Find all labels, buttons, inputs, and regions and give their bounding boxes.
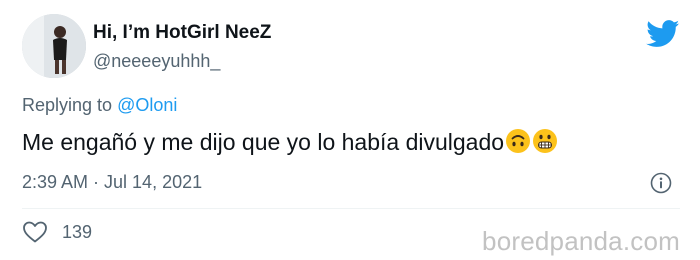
avatar-image — [22, 14, 86, 78]
user-handle[interactable]: @neeeeyuhhh_ — [93, 51, 220, 72]
divider — [22, 208, 680, 209]
replying-to: Replying to @Oloni — [22, 95, 177, 116]
tweet-body: Me engañó y me dijo que yo lo había divu… — [22, 129, 505, 155]
mention-link[interactable]: @Oloni — [117, 95, 177, 115]
info-icon[interactable] — [650, 172, 672, 194]
tweet-text: Me engañó y me dijo que yo lo había divu… — [22, 128, 558, 156]
like-count: 139 — [62, 221, 93, 242]
avatar[interactable] — [22, 14, 86, 78]
display-name[interactable]: Hi, I’m HotGirl NeeZ — [93, 22, 271, 44]
replying-to-label: Replying to — [22, 95, 113, 115]
upside-down-face-emoji-icon — [505, 128, 531, 154]
watermark: boredpanda.com — [482, 226, 680, 256]
heart-icon[interactable] — [22, 220, 48, 244]
timestamp[interactable]: 2:39 AM · Jul 14, 2021 — [22, 172, 202, 193]
like-button[interactable]: 139 — [22, 220, 92, 244]
grimacing-face-emoji-icon — [532, 128, 558, 154]
twitter-bird-icon[interactable] — [646, 20, 680, 48]
